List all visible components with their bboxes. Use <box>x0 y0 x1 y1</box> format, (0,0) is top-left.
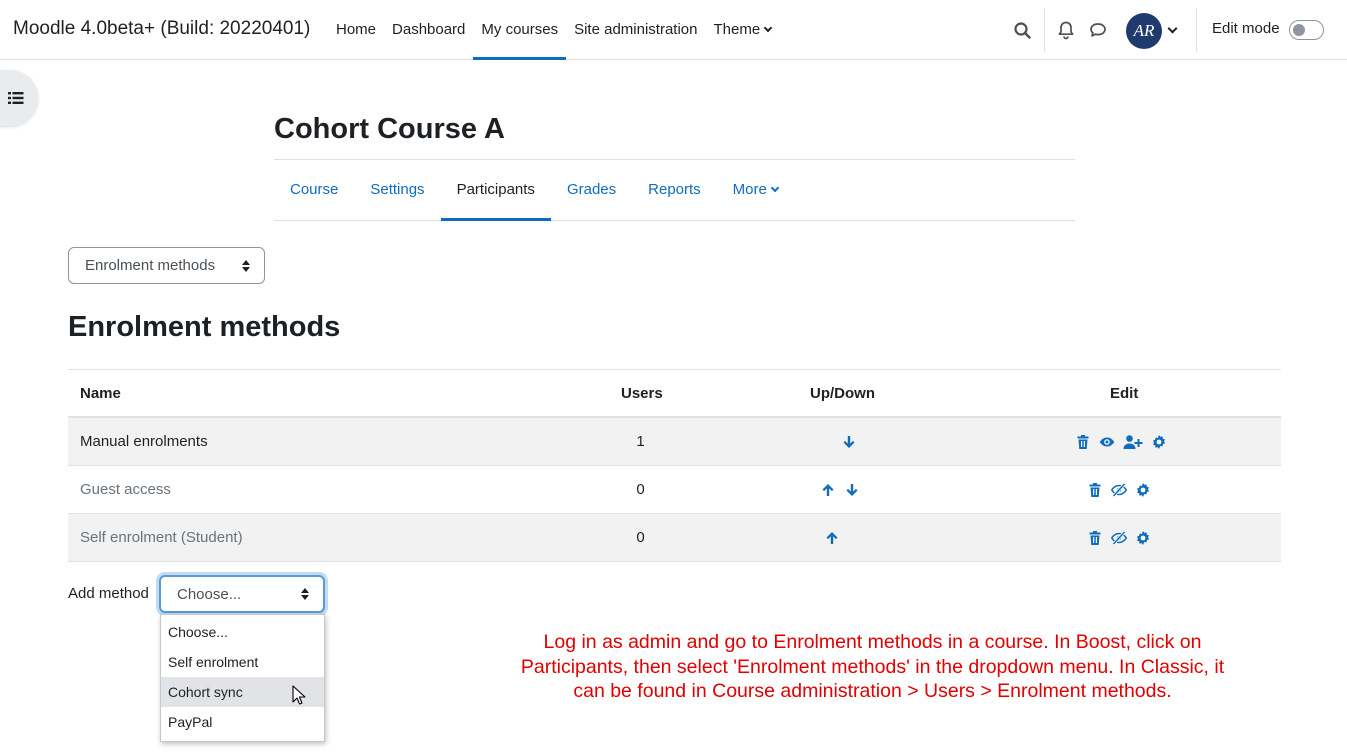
bell-icon <box>1058 21 1074 40</box>
method-name: Manual enrolments <box>80 433 208 450</box>
gear-icon[interactable] <box>1135 530 1151 546</box>
eye-slash-icon[interactable] <box>1111 530 1127 546</box>
gear-icon[interactable] <box>1135 482 1151 498</box>
add-method-label: Add method <box>68 585 149 602</box>
primary-navigation: Home Dashboard My courses Site administr… <box>328 0 779 60</box>
method-users: 0 <box>636 529 645 546</box>
arrow-down-icon[interactable] <box>844 482 860 498</box>
select-arrows-icon <box>301 588 309 600</box>
search-button[interactable] <box>1010 18 1036 44</box>
course-title: Cohort Course A <box>274 113 505 145</box>
arrow-up-icon[interactable] <box>824 530 840 546</box>
select-arrows-icon <box>242 259 250 272</box>
toggle-knob <box>1293 24 1305 36</box>
page-heading: Enrolment methods <box>68 311 341 343</box>
course-index-toggle[interactable] <box>0 70 38 126</box>
mouse-cursor-icon <box>292 685 306 705</box>
add-method-options: Choose... Self enrolment Cohort sync Pay… <box>160 614 325 742</box>
method-users: 1 <box>636 433 645 450</box>
select-value: Enrolment methods <box>85 257 216 274</box>
search-icon <box>1014 22 1031 39</box>
user-avatar[interactable]: AR <box>1126 13 1162 49</box>
chevron-down-icon[interactable] <box>1167 23 1178 34</box>
top-navbar: Moodle 4.0beta+ (Build: 20220401) Home D… <box>0 0 1347 60</box>
trash-icon[interactable] <box>1087 482 1103 498</box>
enrolment-methods-table: Name Users Up/Down Edit Manual enrolment… <box>68 369 1281 562</box>
avatar-initials: AR <box>1133 21 1155 40</box>
chevron-down-icon <box>770 183 780 193</box>
navbar-divider <box>1044 8 1045 52</box>
method-name: Self enrolment (Student) <box>80 529 243 546</box>
chevron-down-icon <box>763 23 773 33</box>
nav-dashboard[interactable]: Dashboard <box>384 0 473 60</box>
gear-icon[interactable] <box>1151 434 1167 450</box>
nav-my-courses[interactable]: My courses <box>473 0 566 60</box>
edit-controls <box>1087 514 1151 561</box>
option-self-enrolment[interactable]: Self enrolment <box>161 647 324 677</box>
tab-participants[interactable]: Participants <box>440 160 552 221</box>
chat-icon <box>1090 23 1106 37</box>
option-choose[interactable]: Choose... <box>161 617 324 647</box>
tab-grades[interactable]: Grades <box>551 160 632 220</box>
course-secondary-navigation: Course Settings Participants Grades Repo… <box>274 159 1075 221</box>
list-icon <box>8 92 24 104</box>
nav-theme[interactable]: Theme <box>706 0 780 60</box>
enrol-users-icon[interactable] <box>1123 434 1143 450</box>
notifications-button[interactable] <box>1053 17 1079 43</box>
column-header-edit: Edit <box>1110 385 1139 402</box>
tab-more[interactable]: More <box>717 160 794 220</box>
messages-button[interactable] <box>1085 17 1111 43</box>
eye-slash-icon[interactable] <box>1111 482 1127 498</box>
nav-home[interactable]: Home <box>328 0 384 60</box>
table-row: Self enrolment (Student) 0 <box>68 514 1281 562</box>
tab-reports[interactable]: Reports <box>632 160 717 220</box>
edit-controls <box>1075 418 1167 465</box>
arrow-down-icon[interactable] <box>841 434 857 450</box>
navbar-divider <box>1196 8 1197 52</box>
method-users: 0 <box>636 481 645 498</box>
site-name[interactable]: Moodle 4.0beta+ (Build: 20220401) <box>13 18 310 40</box>
edit-mode-toggle[interactable] <box>1289 20 1324 40</box>
nav-site-administration[interactable]: Site administration <box>566 0 705 60</box>
add-method-select[interactable]: Choose... <box>159 575 325 613</box>
option-paypal[interactable]: PayPal <box>161 707 324 737</box>
table-row: Guest access 0 <box>68 466 1281 514</box>
table-row: Manual enrolments 1 <box>68 418 1281 466</box>
edit-mode-label: Edit mode <box>1212 20 1280 37</box>
instruction-annotation: Log in as admin and go to Enrolment meth… <box>520 631 1225 702</box>
tab-settings[interactable]: Settings <box>354 160 440 220</box>
tab-course[interactable]: Course <box>274 160 354 220</box>
eye-icon[interactable] <box>1099 434 1115 450</box>
arrow-up-icon[interactable] <box>820 482 836 498</box>
column-header-updown: Up/Down <box>810 385 875 402</box>
table-header: Name Users Up/Down Edit <box>68 370 1281 418</box>
updown-controls <box>820 466 860 513</box>
participants-page-select[interactable]: Enrolment methods <box>68 247 265 284</box>
column-header-name: Name <box>80 385 121 402</box>
select-value: Choose... <box>177 586 242 603</box>
trash-icon[interactable] <box>1087 530 1103 546</box>
updown-controls <box>824 514 840 561</box>
method-name: Guest access <box>80 481 171 498</box>
column-header-users: Users <box>621 385 663 402</box>
edit-controls <box>1087 466 1151 513</box>
updown-controls <box>841 418 857 465</box>
trash-icon[interactable] <box>1075 434 1091 450</box>
